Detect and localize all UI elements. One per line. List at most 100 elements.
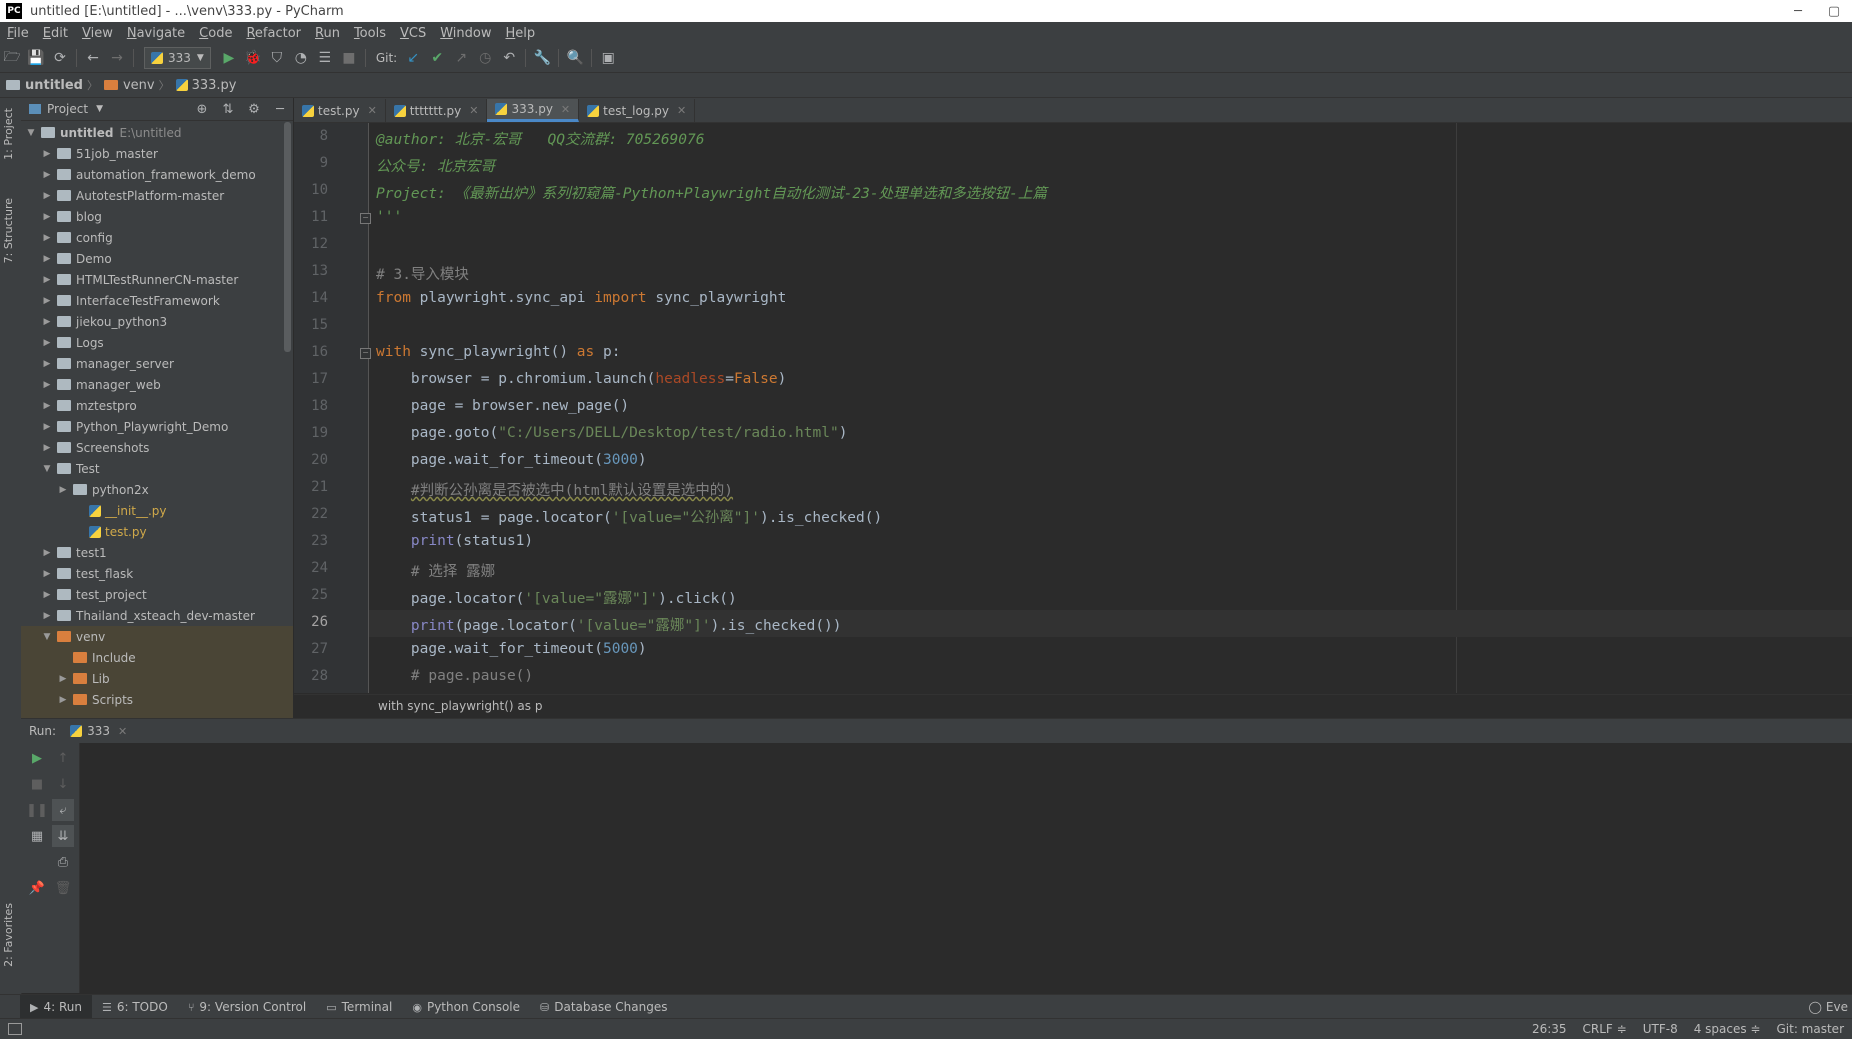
minimize-icon[interactable]: ─ xyxy=(1780,0,1816,22)
rerun-icon[interactable]: ▶ xyxy=(26,747,48,769)
event-log-tab[interactable]: ◯ Eve xyxy=(1808,995,1852,1019)
code-editor[interactable]: 8 9 10 11 12 13 14 15 16 17 18 19 20 21 22 23 24 25 26 27 28… xyxy=(294,123,1852,693)
stop-icon[interactable]: ■ xyxy=(337,46,361,70)
file-encoding[interactable]: UTF-8 xyxy=(1643,1022,1678,1036)
tree-item[interactable]: Include xyxy=(57,647,136,668)
gear-icon[interactable]: ⚙ xyxy=(241,102,267,117)
breadcrumb-venv[interactable]: venv xyxy=(98,78,159,93)
tool-window-tab[interactable]: ⛁ Database Changes xyxy=(530,995,678,1019)
pause-icon[interactable]: ❚❚ xyxy=(26,799,48,821)
caret-position[interactable]: 26:35 xyxy=(1532,1022,1567,1036)
open-folder-icon[interactable]: 🗁 xyxy=(0,46,24,70)
code-line[interactable]: Project: 《最新出炉》系列初窥篇-Python+Playwright自动… xyxy=(376,182,1047,203)
tool-window-tab[interactable]: ◉ Python Console xyxy=(402,995,530,1019)
tree-item[interactable]: ▶ Lib xyxy=(57,668,110,689)
chevron-right-icon[interactable]: ▶ xyxy=(41,275,53,285)
code-line[interactable]: 公众号: 北京宏哥 xyxy=(376,155,495,176)
chevron-right-icon[interactable]: ▶ xyxy=(41,422,53,432)
profile-icon[interactable]: ◔ xyxy=(289,46,313,70)
toggle-tool-windows-icon[interactable] xyxy=(8,1023,22,1035)
tree-item[interactable]: ▶ test_flask xyxy=(41,563,134,584)
code-line[interactable]: # 3.导入模块 xyxy=(376,263,469,284)
editor-tab[interactable]: 333.py ✕ xyxy=(487,99,580,122)
tool-window-tab[interactable]: ☰ 6: TODO xyxy=(92,995,178,1019)
close-icon[interactable]: ✕ xyxy=(677,104,686,117)
chevron-right-icon[interactable]: ▶ xyxy=(41,611,53,621)
menu-refactor[interactable]: Refactor xyxy=(239,26,308,41)
menu-file[interactable]: File xyxy=(0,26,36,41)
menu-help[interactable]: Help xyxy=(499,26,543,41)
tree-item[interactable]: ▶ python2x xyxy=(57,479,149,500)
code-line[interactable]: ''' xyxy=(376,209,402,225)
chevron-right-icon[interactable]: ▶ xyxy=(41,359,53,369)
code-line[interactable]: page.goto("C:/Users/DELL/Desktop/test/ra… xyxy=(376,425,848,441)
tree-item[interactable]: ▶ jiekou_python3 xyxy=(41,311,168,332)
code-line[interactable]: # page.pause() xyxy=(376,668,533,684)
code-line[interactable]: with sync_playwright() as p: xyxy=(376,344,620,360)
tree-item[interactable]: ▶ manager_server xyxy=(41,353,174,374)
tool-window-tab[interactable]: ▶ 4: Run xyxy=(20,995,92,1019)
tool-window-tab[interactable]: ⑂ 9: Version Control xyxy=(178,995,316,1019)
tree-item[interactable]: ▶ InterfaceTestFramework xyxy=(41,290,220,311)
chevron-right-icon[interactable]: ▶ xyxy=(41,191,53,201)
tree-item[interactable]: ▶ Demo xyxy=(41,248,112,269)
chevron-down-icon[interactable]: ▼ xyxy=(41,464,53,474)
close-icon[interactable]: ✕ xyxy=(118,725,127,738)
git-branch[interactable]: Git: master xyxy=(1776,1022,1844,1036)
chevron-right-icon[interactable]: ▶ xyxy=(41,590,53,600)
build-icon[interactable]: ☰ xyxy=(313,46,337,70)
menu-tools[interactable]: Tools xyxy=(347,26,393,41)
menu-edit[interactable]: Edit xyxy=(36,26,75,41)
breadcrumb-file[interactable]: 333.py xyxy=(170,78,241,93)
vcs-operations-icon[interactable]: ▣ xyxy=(596,46,620,70)
chevron-right-icon[interactable]: ▶ xyxy=(41,380,53,390)
chevron-right-icon[interactable]: ▶ xyxy=(41,443,53,453)
up-arrow-icon[interactable]: ↑ xyxy=(52,747,74,769)
menu-window[interactable]: Window xyxy=(433,26,498,41)
maximize-icon[interactable]: ▢ xyxy=(1816,0,1852,22)
chevron-right-icon[interactable]: ▶ xyxy=(41,569,53,579)
clear-all-icon[interactable]: 🗑 xyxy=(52,877,74,899)
tree-item[interactable]: ▶ Screenshots xyxy=(41,437,150,458)
code-line[interactable]: print(status1) xyxy=(376,533,533,549)
soft-wrap-icon[interactable]: ⤶ xyxy=(52,799,74,821)
tool-window-tab[interactable]: ▭ Terminal xyxy=(316,995,402,1019)
code-line[interactable]: page = browser.new_page() xyxy=(376,398,629,414)
chevron-right-icon[interactable]: ▶ xyxy=(41,296,53,306)
restore-layout-icon[interactable]: ▦ xyxy=(26,825,48,847)
search-icon[interactable]: 🔍 xyxy=(563,46,587,70)
menu-view[interactable]: View xyxy=(75,26,120,41)
pin-tab-icon[interactable]: 📌 xyxy=(26,877,48,899)
tree-item[interactable]: ▶ blog xyxy=(41,206,102,227)
run-config-select[interactable]: 333 ▼ xyxy=(144,47,211,69)
code-line[interactable]: status1 = page.locator('[value="公孙离"]').… xyxy=(376,506,882,527)
code-line[interactable]: page.wait_for_timeout(5000) xyxy=(376,641,647,657)
tree-item[interactable]: ▶ automation_framework_demo xyxy=(41,164,256,185)
debug-icon[interactable]: 🐞 xyxy=(241,46,265,70)
forward-icon[interactable]: → xyxy=(105,46,129,70)
editor-tab[interactable]: test.py ✕ xyxy=(294,99,386,122)
code-line[interactable]: browser = p.chromium.launch(headless=Fal… xyxy=(376,371,786,387)
structure-tool-tab[interactable]: 7: Structure xyxy=(2,198,15,263)
scroll-to-end-icon[interactable]: ⇊ xyxy=(52,825,74,847)
tree-item[interactable]: __init__.py xyxy=(73,500,167,521)
tree-item[interactable]: test.py xyxy=(73,521,147,542)
collapse-all-icon[interactable]: ⇅ xyxy=(215,102,241,117)
project-tool-tab[interactable]: 1: Project xyxy=(2,108,15,160)
project-scrollbar[interactable] xyxy=(284,122,291,352)
menu-run[interactable]: Run xyxy=(308,26,347,41)
tree-item[interactable]: ▶ mztestpro xyxy=(41,395,137,416)
chevron-right-icon[interactable]: ▶ xyxy=(41,149,53,159)
run-tab-333[interactable]: 333 ✕ xyxy=(70,724,127,738)
git-update-icon[interactable]: ↙ xyxy=(401,46,425,70)
code-line[interactable]: print(page.locator('[value="露娜"]').is_ch… xyxy=(376,614,842,635)
chevron-right-icon[interactable]: ▶ xyxy=(41,317,53,327)
run-console-output[interactable] xyxy=(80,743,1852,993)
chevron-down-icon[interactable]: ▼ xyxy=(41,632,53,642)
tree-item[interactable]: ▶ HTMLTestRunnerCN-master xyxy=(41,269,239,290)
tree-item[interactable]: ▶ manager_web xyxy=(41,374,161,395)
run-icon[interactable]: ▶ xyxy=(217,46,241,70)
fold-marker-icon[interactable]: − xyxy=(360,348,371,359)
code-line[interactable]: #判断公孙离是否被选中(html默认设置是选中的) xyxy=(376,479,733,500)
code-context[interactable]: with sync_playwright() as p xyxy=(378,699,542,713)
